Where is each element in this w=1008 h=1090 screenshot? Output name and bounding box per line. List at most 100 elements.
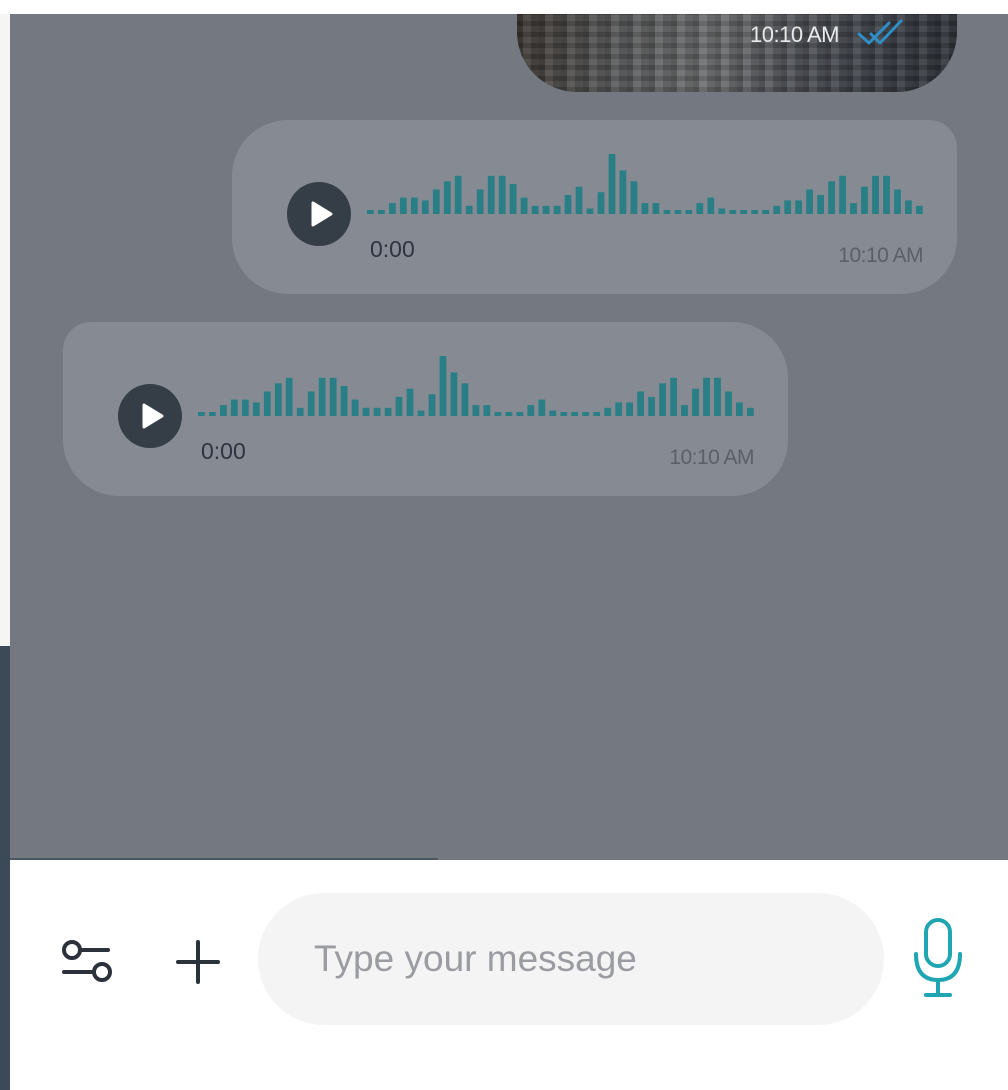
waveform-bar (575, 186, 583, 214)
waveform-bar (626, 402, 633, 416)
waveform-bar (674, 210, 682, 214)
play-button[interactable] (118, 384, 182, 448)
waveform-bar (839, 175, 846, 214)
waveform-bar (905, 200, 912, 214)
waveform-bar (718, 208, 726, 214)
waveform-bar (560, 412, 568, 416)
waveform-bar (520, 197, 528, 214)
waveform-bar (494, 412, 502, 416)
waveform-bar (670, 377, 677, 416)
voice-duration: 0:00 (201, 438, 246, 464)
waveform-bar (450, 372, 458, 416)
waveform-bar (362, 407, 370, 416)
waveform-bar (296, 407, 304, 416)
plus-icon[interactable] (170, 934, 226, 990)
sliders-icon[interactable] (58, 938, 118, 988)
waveform-bar (198, 412, 205, 416)
audio-waveform[interactable] (198, 350, 758, 422)
image-message-time: 10:10 AM (750, 22, 839, 47)
play-icon (311, 201, 333, 227)
waveform-bar (703, 377, 710, 416)
waveform-bar (399, 197, 407, 214)
waveform-bar (828, 181, 835, 214)
waveform-bar (252, 402, 260, 416)
waveform-bar (553, 205, 561, 214)
waveform-bar (762, 210, 770, 214)
waveform-bar (263, 391, 271, 416)
waveform-bar (498, 175, 506, 214)
waveform-bar (806, 189, 813, 214)
waveform-bar (637, 391, 644, 416)
waveform-bar (652, 203, 660, 214)
waveform-bar (483, 405, 491, 416)
waveform-bar (505, 412, 513, 416)
waveform-bar (230, 399, 238, 416)
waveform-bar (582, 412, 590, 416)
waveform-bar (894, 189, 901, 214)
waveform-bar (241, 399, 249, 416)
voice-duration: 0:00 (370, 236, 415, 262)
audio-waveform[interactable] (367, 148, 927, 220)
waveform-bar (542, 205, 550, 214)
waveform-bar (630, 181, 638, 214)
waveform-bar (421, 200, 429, 214)
waveform-bar (597, 192, 605, 214)
voice-message-time: 10:10 AM (669, 446, 754, 469)
waveform-bar (795, 200, 802, 214)
waveform-bar (432, 189, 440, 214)
waveform-bar (443, 181, 451, 214)
waveform-bar (916, 205, 923, 214)
waveform-bar (285, 377, 293, 416)
left-dark-panel (0, 646, 10, 1090)
waveform-bar (692, 388, 699, 416)
waveform-bar (454, 175, 462, 214)
waveform-bar (663, 210, 671, 214)
waveform-bar (472, 405, 480, 416)
waveform-bar (619, 170, 627, 214)
waveform-bar (751, 210, 759, 214)
waveform-bar (740, 210, 748, 214)
top-strip (0, 0, 1008, 14)
waveform-bar (538, 399, 546, 416)
waveform-bar (527, 405, 535, 416)
waveform-bar (571, 412, 579, 416)
play-icon (142, 403, 164, 429)
waveform-bar (641, 203, 649, 214)
waveform-bar (439, 356, 447, 416)
waveform-bar (417, 410, 425, 416)
play-button[interactable] (287, 182, 351, 246)
waveform-bar (714, 377, 721, 416)
waveform-bar (659, 383, 666, 416)
message-composer (10, 860, 1008, 1090)
waveform-bar (604, 407, 612, 416)
waveform-bar (736, 402, 743, 416)
waveform-bar (378, 210, 385, 214)
waveform-bar (747, 407, 754, 416)
waveform-bar (373, 407, 381, 416)
waveform-bar (817, 194, 824, 214)
waveform-bar (648, 396, 655, 416)
waveform-bar (220, 405, 227, 416)
waveform-bar (395, 396, 403, 416)
waveform-bar (384, 407, 392, 416)
image-message[interactable]: 10:10 AM (517, 14, 957, 92)
waveform-bar (410, 197, 418, 214)
waveform-bar (784, 200, 792, 214)
voice-message-incoming: 0:00 10:10 AM (63, 322, 788, 496)
waveform-bar (531, 205, 539, 214)
waveform-bar (209, 412, 216, 416)
waveform-bar (367, 210, 374, 214)
waveform-bar (872, 175, 879, 214)
waveform-bar (274, 383, 282, 416)
waveform-bar (681, 405, 688, 416)
waveform-bar (329, 377, 337, 416)
waveform-bar (476, 189, 484, 214)
waveform-bar (318, 377, 326, 416)
waveform-bar (389, 203, 396, 214)
microphone-icon[interactable] (908, 916, 968, 1000)
double-check-icon (857, 19, 903, 45)
waveform-bar (773, 205, 781, 214)
waveform-bar (564, 194, 572, 214)
message-input[interactable] (258, 893, 884, 1025)
waveform-bar (487, 175, 495, 214)
